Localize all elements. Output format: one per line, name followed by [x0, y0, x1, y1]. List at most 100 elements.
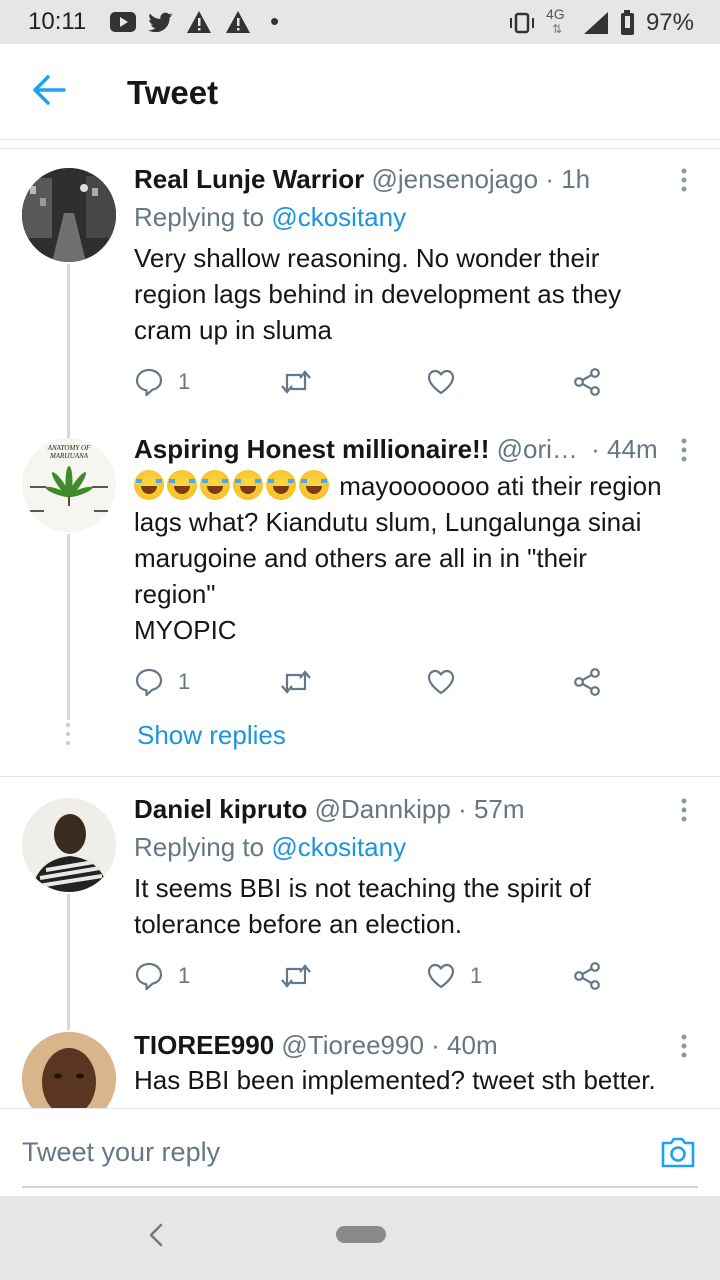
- retweet-icon: [281, 670, 311, 694]
- thread-line: [67, 420, 70, 438]
- user-handle: @ori…: [496, 434, 578, 464]
- tweet-header: Aspiring Honest millionaire!! @ori… · 44…: [134, 434, 658, 465]
- replying-to: Replying to @ckositany: [134, 832, 406, 863]
- crying-laughing-emoji: [167, 470, 197, 500]
- action-bar: 1 1: [134, 956, 614, 996]
- crying-laughing-emoji: [134, 470, 164, 500]
- reply-button[interactable]: 1: [134, 362, 190, 402]
- tweet[interactable]: ANATOMY OF MARIJUANA Aspiring Honest mil…: [0, 420, 720, 720]
- reply-input[interactable]: Tweet your reply: [22, 1137, 220, 1168]
- tweet-text-line: lags what? Kiandutu slum, Lungalunga sin…: [134, 507, 642, 537]
- page-title: Tweet: [127, 74, 219, 111]
- signal-icon: [583, 12, 608, 34]
- mention-link[interactable]: @ckositany: [271, 832, 406, 862]
- crying-laughing-emoji: [266, 470, 296, 500]
- tweet-text-line: Has BBI been implemented? tweet sth bett…: [134, 1065, 656, 1095]
- status-time: 10:11: [28, 8, 87, 35]
- retweet-icon: [281, 964, 311, 988]
- tweet-header: Real Lunje Warrior @jensenojago · 1h: [134, 164, 590, 195]
- divider: [0, 776, 720, 777]
- display-name[interactable]: TIOREE990: [134, 1030, 274, 1060]
- reply-count: 1: [178, 369, 191, 394]
- thread-line: [67, 264, 70, 420]
- user-handle: @Dannkipp: [314, 794, 451, 824]
- battery-icon: [620, 10, 634, 35]
- tweet-text-fragment: mayooooooo ati their region: [332, 471, 662, 501]
- like-button[interactable]: 1: [426, 956, 482, 996]
- tweet-text-line: marugoine and others are all in in "thei…: [134, 543, 587, 573]
- tweet-text: Very shallow reasoning. No wonder their …: [134, 240, 704, 348]
- more-vertical-icon[interactable]: [678, 1032, 690, 1062]
- thread-line: [67, 534, 70, 720]
- avatar-caption: MARIJUANA: [49, 452, 89, 460]
- like-button[interactable]: [426, 662, 470, 702]
- thread-dots: [66, 723, 70, 745]
- system-nav-bar: [0, 1196, 720, 1280]
- tweet-text-line: cram up in sluma: [134, 315, 332, 345]
- tweet-header: Daniel kipruto @Dannkipp · 57m: [134, 794, 525, 825]
- display-name[interactable]: Aspiring Honest millionaire!!: [134, 434, 489, 464]
- more-vertical-icon[interactable]: [678, 166, 690, 196]
- warning-icon: [187, 11, 211, 33]
- tweet-text: It seems BBI is not teaching the spirit …: [134, 870, 704, 942]
- retweet-button[interactable]: [280, 362, 326, 402]
- reply-button[interactable]: 1: [134, 662, 190, 702]
- avatar-image: ANATOMY OF MARIJUANA: [22, 438, 116, 532]
- avatar-image: [22, 798, 116, 892]
- tweet-text-line: region": [134, 579, 216, 609]
- crying-laughing-emoji: [200, 470, 230, 500]
- display-name[interactable]: Daniel kipruto: [134, 794, 307, 824]
- battery-percent: 97%: [645, 9, 694, 36]
- tweet-header: TIOREE990 @Tioree990 · 40m: [134, 1030, 498, 1061]
- replying-label: Replying to: [134, 832, 272, 862]
- share-button[interactable]: [572, 956, 602, 996]
- user-handle: @Tioree990: [281, 1030, 424, 1060]
- avatar[interactable]: ANATOMY OF MARIJUANA: [22, 438, 116, 532]
- tweet[interactable]: Daniel kipruto @Dannkipp · 57m Replying …: [0, 780, 720, 1030]
- avatar[interactable]: [22, 798, 116, 892]
- share-icon: [574, 962, 600, 990]
- avatar-caption: ANATOMY OF: [47, 444, 91, 452]
- input-underline: [22, 1186, 698, 1188]
- display-name[interactable]: Real Lunje Warrior: [134, 164, 364, 194]
- share-button[interactable]: [572, 362, 602, 402]
- avatar-image: [22, 1032, 116, 1108]
- tweet[interactable]: TIOREE990 @Tioree990 · 40m Has BBI been …: [0, 1030, 720, 1108]
- reply-composer: Tweet your reply: [0, 1108, 720, 1196]
- vibrate-icon: [509, 12, 534, 34]
- show-replies-link[interactable]: Show replies: [137, 720, 286, 751]
- share-button[interactable]: [572, 662, 602, 702]
- more-vertical-icon[interactable]: [678, 796, 690, 826]
- retweet-button[interactable]: [280, 956, 326, 996]
- reply-icon: [135, 962, 163, 991]
- timestamp: · 57m: [458, 794, 525, 824]
- nav-home-pill[interactable]: [336, 1226, 386, 1243]
- reply-count: 1: [178, 963, 191, 988]
- heart-icon: [427, 369, 455, 395]
- warning-icon: [226, 11, 250, 33]
- reply-button[interactable]: 1: [134, 956, 190, 996]
- status-bar: 10:11 • 4G ⇅ 97%: [0, 0, 720, 44]
- avatar[interactable]: [22, 1032, 116, 1108]
- like-button[interactable]: [426, 362, 470, 402]
- nav-back-icon[interactable]: [146, 1220, 166, 1250]
- tweet-text: mayooooooo ati their region lags what? K…: [134, 468, 704, 648]
- tweet[interactable]: Real Lunje Warrior @jensenojago · 1h Rep…: [0, 150, 720, 420]
- twitter-bird-icon: [148, 12, 173, 32]
- replying-label: Replying to: [134, 202, 272, 232]
- heart-icon: [427, 963, 455, 989]
- crying-laughing-emoji: [233, 470, 263, 500]
- timestamp: · 44m: [591, 434, 658, 464]
- arrow-left-icon[interactable]: [30, 68, 70, 112]
- avatar[interactable]: [22, 168, 116, 262]
- heart-icon: [427, 669, 455, 695]
- share-icon: [574, 668, 600, 696]
- retweet-button[interactable]: [280, 662, 326, 702]
- camera-icon[interactable]: [660, 1135, 696, 1169]
- top-app-bar: Tweet: [0, 44, 720, 140]
- more-vertical-icon[interactable]: [678, 436, 690, 466]
- action-bar: 1: [134, 662, 614, 702]
- retweet-icon: [281, 370, 311, 394]
- mention-link[interactable]: @ckositany: [271, 202, 406, 232]
- tweet-text-line: Very shallow reasoning. No wonder their: [134, 243, 600, 273]
